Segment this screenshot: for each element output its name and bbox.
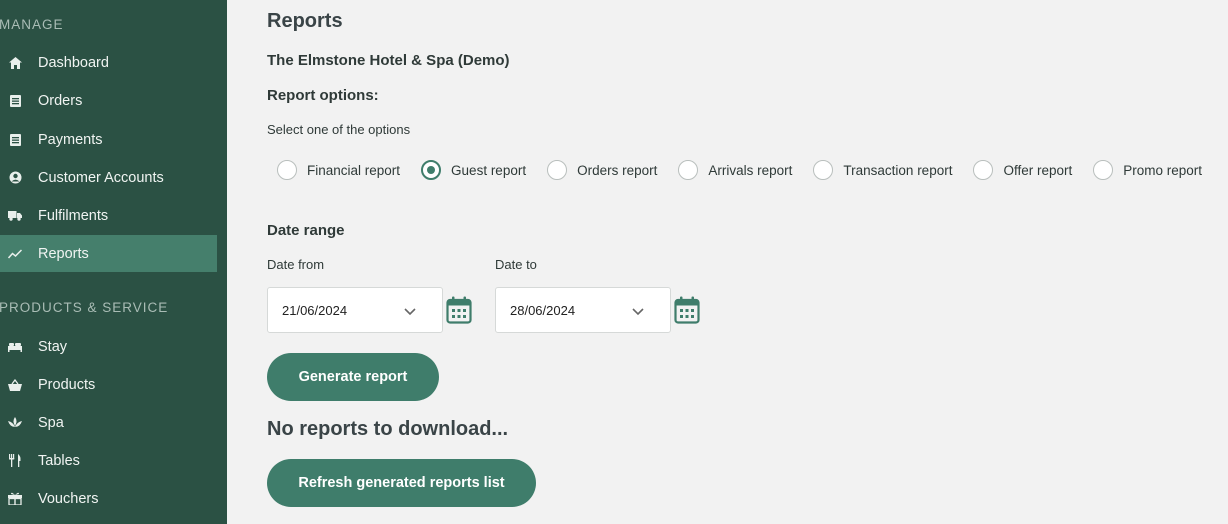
radio-financial-report[interactable]: Financial report xyxy=(277,160,400,180)
sidebar-item-reports[interactable]: Reports xyxy=(0,235,217,272)
section-label-manage: MANAGE xyxy=(0,17,64,32)
radio-button[interactable] xyxy=(973,160,994,180)
no-reports-message: No reports to download... xyxy=(267,418,509,440)
lotus-icon xyxy=(8,416,22,430)
radio-button[interactable] xyxy=(1093,160,1114,180)
sidebar-item-label: Orders xyxy=(38,92,83,109)
radio-button[interactable] xyxy=(678,160,699,180)
calendar-icon[interactable] xyxy=(446,296,472,324)
radio-transaction-report[interactable]: Transaction report xyxy=(813,160,952,180)
sidebar-item-payments[interactable]: Payments xyxy=(0,121,217,158)
calendar-icon[interactable] xyxy=(674,296,700,324)
radio-button[interactable] xyxy=(277,160,297,180)
radio-label: Offer report xyxy=(1003,162,1073,178)
sidebar-item-vouchers[interactable]: Vouchers xyxy=(0,480,217,517)
radio-orders-report[interactable]: Orders report xyxy=(547,160,657,180)
radio-label: Transaction report xyxy=(843,162,953,178)
utensils-icon xyxy=(8,454,22,468)
section-label-products: PRODUCTS & SERVICE xyxy=(0,300,169,315)
date-to-label: Date to xyxy=(495,257,537,272)
radio-button[interactable] xyxy=(813,160,834,180)
chevron-down-icon xyxy=(404,304,416,319)
sidebar-item-label: Payments xyxy=(38,131,103,148)
radio-promo-report[interactable]: Promo report xyxy=(1093,160,1202,180)
sidebar-item-label: Vouchers xyxy=(38,490,99,507)
generate-report-button[interactable]: Generate report xyxy=(267,353,439,401)
radio-label: Arrivals report xyxy=(708,162,793,178)
radio-label: Promo report xyxy=(1123,162,1203,178)
sidebar-item-label: Spa xyxy=(38,414,64,431)
sidebar-item-spa[interactable]: Spa xyxy=(0,404,217,441)
sidebar-item-customer-accounts[interactable]: Customer Accounts xyxy=(0,159,217,196)
page-title: Reports xyxy=(267,10,343,32)
sidebar: MANAGE Dashboard Orders Payments Custome… xyxy=(0,0,227,524)
report-options-heading: Report options: xyxy=(267,87,379,104)
sidebar-item-tables[interactable]: Tables xyxy=(0,442,217,479)
sidebar-item-orders[interactable]: Orders xyxy=(0,82,217,119)
sidebar-item-label: Stay xyxy=(38,338,68,355)
list-icon xyxy=(8,133,22,147)
sidebar-item-stay[interactable]: Stay xyxy=(0,328,217,365)
date-from-label: Date from xyxy=(267,257,325,272)
home-icon xyxy=(8,56,22,70)
radio-label: Financial report xyxy=(307,162,401,178)
radio-guest-report[interactable]: Guest report xyxy=(421,160,526,180)
date-range-heading: Date range xyxy=(267,222,345,239)
date-to-value: 28/06/2024 xyxy=(510,302,576,318)
radio-button[interactable] xyxy=(421,160,442,180)
report-options-subtext: Select one of the options xyxy=(267,122,411,137)
radio-offer-report[interactable]: Offer report xyxy=(973,160,1072,180)
sidebar-item-fulfilments[interactable]: Fulfilments xyxy=(0,197,217,234)
sidebar-item-label: Fulfilments xyxy=(38,207,109,224)
gift-icon xyxy=(8,492,22,506)
date-from-value: 21/06/2024 xyxy=(282,302,348,318)
date-from-select[interactable]: 21/06/2024 xyxy=(267,287,443,333)
user-circle-icon xyxy=(8,171,22,185)
radio-label: Guest report xyxy=(451,162,527,178)
chevron-down-icon xyxy=(632,304,644,319)
basket-icon xyxy=(8,378,22,392)
radio-label: Orders report xyxy=(577,162,658,178)
sidebar-item-label: Customer Accounts xyxy=(38,169,164,186)
radio-button[interactable] xyxy=(547,160,568,180)
radio-arrivals-report[interactable]: Arrivals report xyxy=(678,160,792,180)
chart-line-icon xyxy=(8,247,22,261)
hotel-name: The Elmstone Hotel & Spa (Demo) xyxy=(267,52,510,69)
sidebar-item-label: Tables xyxy=(38,452,80,469)
date-to-select[interactable]: 28/06/2024 xyxy=(495,287,671,333)
sidebar-item-dashboard[interactable]: Dashboard xyxy=(0,44,217,81)
list-icon xyxy=(8,94,22,108)
sidebar-item-label: Reports xyxy=(38,245,89,262)
truck-icon xyxy=(8,209,22,223)
main-content: Reports The Elmstone Hotel & Spa (Demo) … xyxy=(227,0,1228,524)
bed-icon xyxy=(8,340,22,354)
report-type-radio-group: Financial report Guest report Orders rep… xyxy=(277,160,1202,180)
sidebar-item-label: Products xyxy=(38,376,96,393)
refresh-reports-button[interactable]: Refresh generated reports list xyxy=(267,459,536,507)
sidebar-item-products[interactable]: Products xyxy=(0,366,217,403)
sidebar-item-label: Dashboard xyxy=(38,54,109,71)
